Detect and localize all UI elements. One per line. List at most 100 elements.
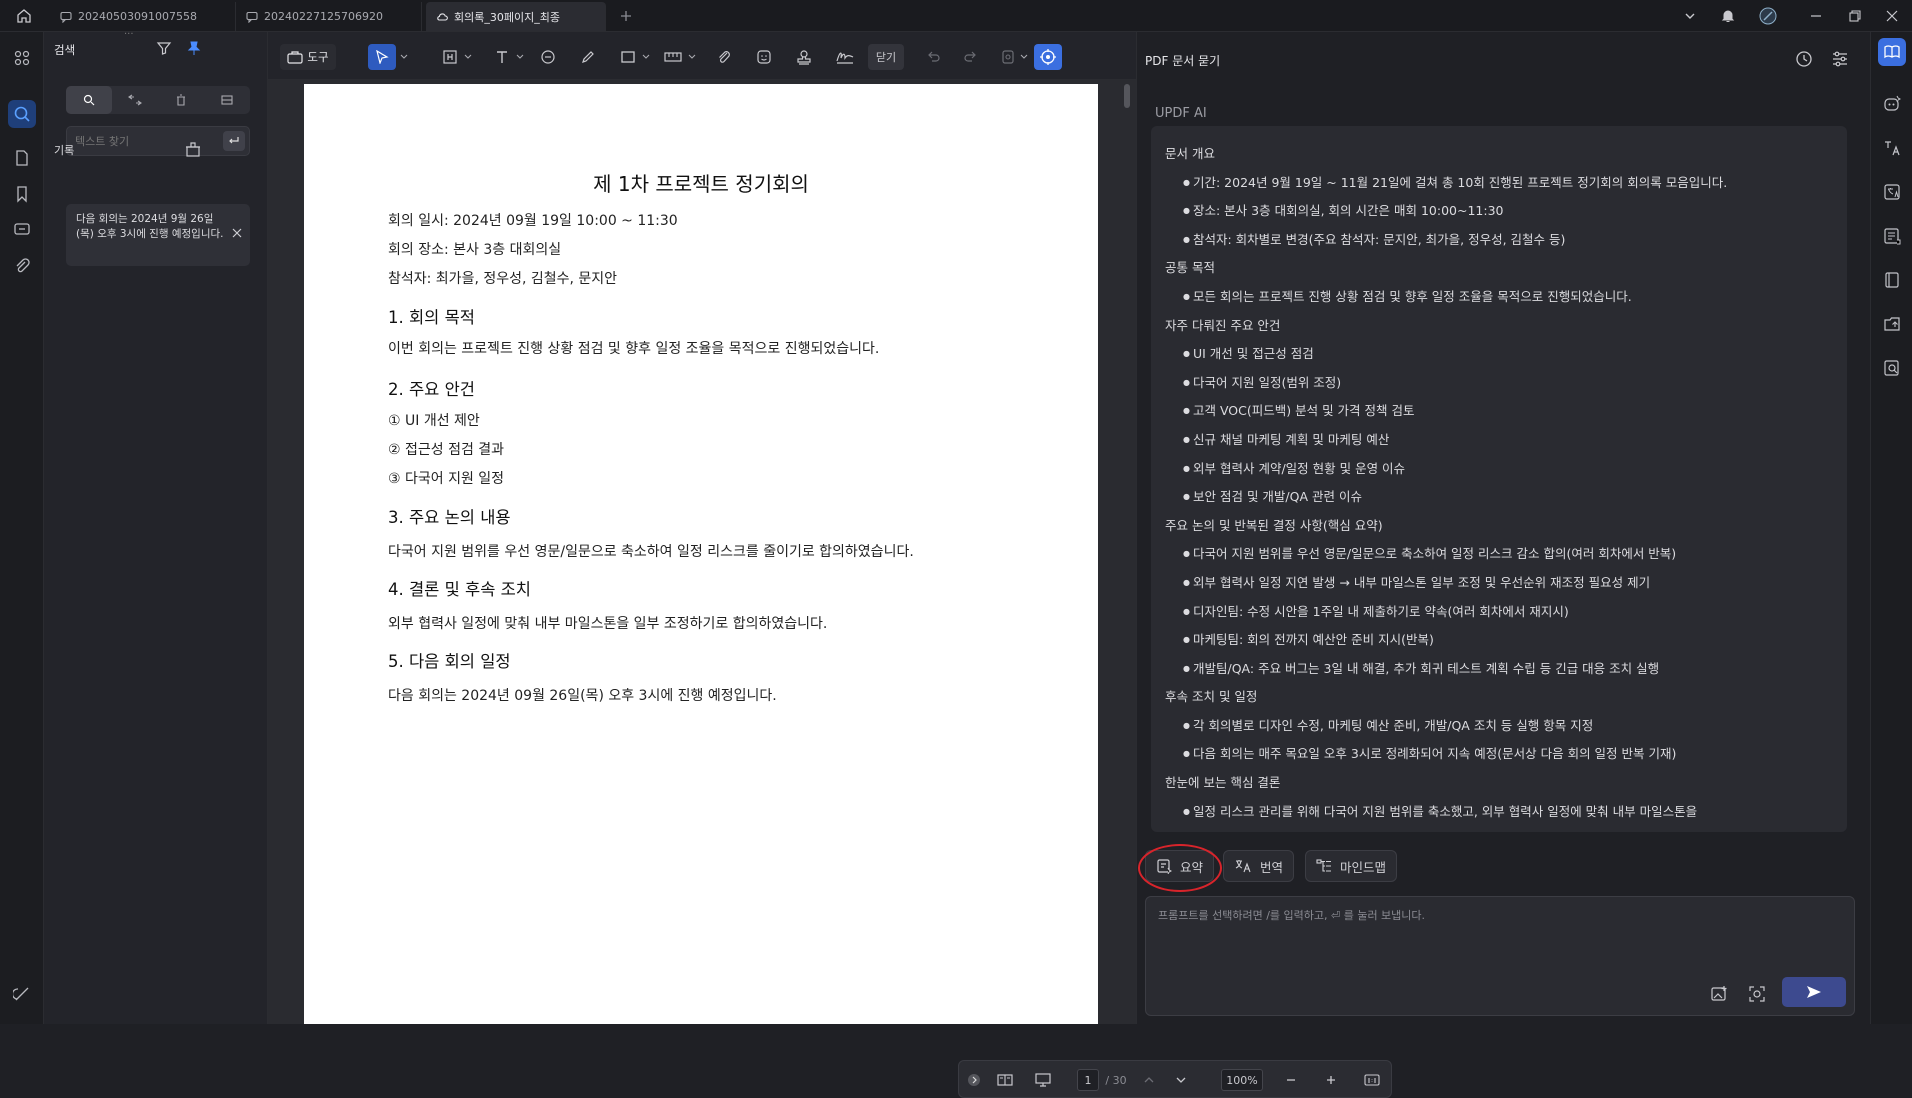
home-icon[interactable] bbox=[14, 6, 34, 26]
zoom-out-icon[interactable] bbox=[1281, 1069, 1301, 1091]
highlighter-icon[interactable] bbox=[576, 44, 600, 70]
tab-document-2[interactable]: 20240227125706920 bbox=[236, 2, 422, 31]
ai-panel-title: PDF 문서 묻기 bbox=[1145, 54, 1221, 68]
tab-label: 20240503091007558 bbox=[78, 10, 197, 23]
sliders-icon[interactable] bbox=[1831, 50, 1849, 68]
close-tools-button[interactable]: 닫기 bbox=[868, 44, 904, 70]
translate-page-icon[interactable] bbox=[1878, 178, 1906, 206]
previous-page-icon[interactable] bbox=[1139, 1069, 1159, 1091]
form-icon[interactable] bbox=[1878, 222, 1906, 250]
presentation-icon[interactable] bbox=[1031, 1069, 1055, 1091]
summary-bullet: 다국어 지원 일정(범위 조정) bbox=[1165, 369, 1833, 398]
select-cursor-icon[interactable] bbox=[368, 44, 396, 70]
chevron-down-icon[interactable] bbox=[640, 44, 652, 70]
bookmark-icon[interactable] bbox=[8, 180, 36, 208]
ai-assistant-icon[interactable] bbox=[1034, 44, 1062, 70]
mindmap-button[interactable]: 마인드맵 bbox=[1305, 850, 1398, 882]
summary-bullet: 외부 협력사 일정 지연 발생 → 내부 마일스톤 일부 조정 및 우선순위 재… bbox=[1165, 569, 1833, 598]
next-page-icon[interactable] bbox=[1171, 1069, 1191, 1091]
search-mode-redact-icon[interactable] bbox=[158, 86, 204, 114]
summary-section-heading: 한눈에 보는 핵심 결론 bbox=[1165, 775, 1281, 791]
chevron-down-icon[interactable] bbox=[1018, 44, 1030, 70]
pages-icon[interactable] bbox=[8, 144, 36, 172]
meeting-attendees: 참석자: 최가을, 정우성, 김철수, 문지안 bbox=[388, 271, 618, 287]
new-tab-plus-icon[interactable] bbox=[616, 6, 636, 26]
search-document-icon[interactable] bbox=[1878, 354, 1906, 382]
search-mode-text[interactable] bbox=[66, 86, 112, 114]
actual-size-icon[interactable] bbox=[1361, 1069, 1383, 1091]
chevron-down-icon[interactable] bbox=[686, 44, 698, 70]
page-number-input[interactable]: 1 bbox=[1077, 1069, 1099, 1091]
drag-handle[interactable]: ··· bbox=[124, 30, 138, 42]
search-mode-replace-icon[interactable] bbox=[112, 86, 158, 114]
comments-icon[interactable] bbox=[8, 216, 36, 244]
history-clock-icon[interactable] bbox=[1795, 50, 1813, 68]
tab-document-3-active[interactable]: 회의록_30페이지_최종 bbox=[426, 2, 606, 31]
chevron-down-icon[interactable] bbox=[1680, 6, 1700, 26]
minimize-icon[interactable] bbox=[1806, 6, 1826, 26]
send-button[interactable] bbox=[1782, 977, 1846, 1007]
enter-icon[interactable] bbox=[223, 131, 245, 151]
summary-response: 문서 개요기간: 2024년 9월 19일 ~ 11월 21일에 걸쳐 총 10… bbox=[1151, 126, 1847, 832]
clear-history-icon[interactable] bbox=[184, 140, 202, 158]
filter-icon[interactable] bbox=[156, 40, 172, 56]
avatar[interactable] bbox=[1758, 6, 1778, 26]
rectangle-icon[interactable] bbox=[616, 44, 640, 70]
summary-bullet: 신규 채널 마케팅 계획 및 마케팅 예산 bbox=[1165, 426, 1833, 455]
comment-icon bbox=[246, 11, 258, 23]
collapse-arrow-icon[interactable] bbox=[963, 1069, 985, 1091]
zoom-level-input[interactable]: 100% bbox=[1221, 1069, 1263, 1091]
sticker-icon[interactable] bbox=[752, 44, 776, 70]
zoom-in-icon[interactable] bbox=[1321, 1069, 1341, 1091]
mindmap-icon bbox=[1316, 859, 1331, 872]
summary-bullet: 참석자: 회차별로 변경(주요 참석자: 문지안, 최가을, 정우성, 김철수 … bbox=[1165, 226, 1833, 255]
organize-pages-icon[interactable] bbox=[1878, 266, 1906, 294]
history-item[interactable]: 다음 회의는 2024년 9월 26일(목) 오후 3시에 진행 예정입니다. bbox=[66, 204, 250, 266]
ocr-icon[interactable] bbox=[1878, 134, 1906, 162]
summary-bullet: UI 개선 및 접근성 점검 bbox=[1165, 340, 1833, 369]
bell-icon[interactable] bbox=[1718, 6, 1738, 26]
eraser-icon[interactable] bbox=[996, 44, 1020, 70]
chevron-down-icon[interactable] bbox=[398, 44, 410, 70]
mindmap-label: 마인드맵 bbox=[1340, 859, 1387, 875]
close-icon[interactable] bbox=[232, 228, 242, 238]
tab-document-1[interactable]: 20240503091007558 bbox=[50, 2, 236, 31]
ai-bot-icon[interactable] bbox=[1878, 90, 1906, 118]
scrollbar[interactable] bbox=[1124, 84, 1130, 108]
tools-button[interactable]: 도구 bbox=[280, 44, 336, 70]
chevron-down-icon[interactable] bbox=[514, 44, 526, 70]
text-icon[interactable] bbox=[490, 44, 514, 70]
comment-icon[interactable] bbox=[536, 44, 560, 70]
close-icon[interactable] bbox=[1882, 6, 1902, 26]
restore-icon[interactable] bbox=[1845, 6, 1865, 26]
pin-icon[interactable] bbox=[186, 40, 202, 56]
undo-icon[interactable] bbox=[922, 44, 946, 70]
text-box-icon[interactable] bbox=[438, 44, 462, 70]
measure-icon[interactable] bbox=[660, 44, 686, 70]
pdf-page: 제 1차 프로젝트 정기회의 회의 일시: 2024년 09월 19일 10:0… bbox=[304, 84, 1098, 1024]
screenshot-icon[interactable] bbox=[1748, 985, 1766, 1003]
ai-chat-book-icon[interactable] bbox=[1878, 38, 1906, 66]
summary-bullet: 고객 VOC(피드백) 분석 및 가격 정책 검토 bbox=[1165, 397, 1833, 426]
summary-bullet: 장소: 본사 3층 대회의실, 회의 시간은 매회 10:00~11:30 bbox=[1165, 197, 1833, 226]
page-navigation-bar: 1 / 30 100% bbox=[958, 1060, 1392, 1098]
prompt-input-box[interactable]: 프롬프트를 선택하려면 /를 입력하고, ⏎ 를 눌러 보냅니다. bbox=[1145, 896, 1855, 1016]
summary-section-heading: 주요 논의 및 반복된 결정 사항(핵심 요약) bbox=[1165, 517, 1383, 533]
summary-bullet: 보안 점검 및 개발/QA 관련 이슈 bbox=[1165, 483, 1833, 512]
grid-icon[interactable] bbox=[8, 44, 36, 72]
search-mode-form-icon[interactable] bbox=[204, 86, 250, 114]
image-upload-icon[interactable] bbox=[1710, 985, 1728, 1003]
signature-icon[interactable] bbox=[832, 44, 858, 70]
translate-button[interactable]: 번역 bbox=[1223, 850, 1295, 882]
page-layout-icon[interactable] bbox=[993, 1069, 1017, 1091]
chevron-down-icon[interactable] bbox=[462, 44, 474, 70]
redo-icon[interactable] bbox=[958, 44, 982, 70]
search-mode-segment bbox=[66, 86, 250, 114]
attachment-icon[interactable] bbox=[8, 252, 36, 280]
paperclip-icon[interactable] bbox=[712, 44, 736, 70]
settings-icon[interactable] bbox=[8, 980, 36, 1008]
folder-export-icon[interactable] bbox=[1878, 310, 1906, 338]
search-icon[interactable] bbox=[8, 100, 36, 128]
search-panel: ··· 검색 기록 다음 회의는 2024년 9월 26일(목) 오후 3시에 … bbox=[44, 30, 268, 1024]
stamp-icon[interactable] bbox=[792, 44, 816, 70]
